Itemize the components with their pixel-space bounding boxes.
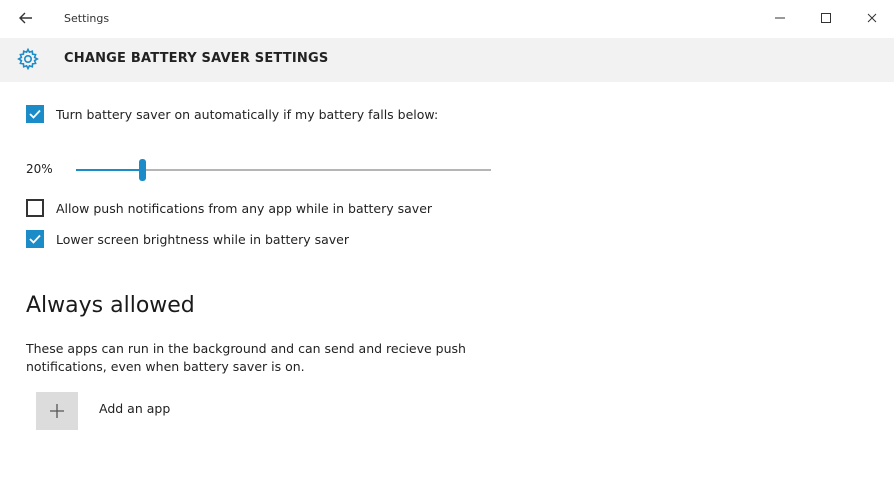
back-button[interactable]	[12, 6, 40, 30]
lower-brightness-checkbox[interactable]	[26, 230, 44, 248]
always-allowed-heading: Always allowed	[26, 293, 195, 318]
threshold-value: 20%	[26, 162, 53, 176]
window-title: Settings	[64, 12, 110, 25]
push-notifications-checkbox[interactable]	[26, 199, 44, 217]
add-app-label[interactable]: Add an app	[99, 401, 170, 416]
threshold-slider-row: 20%	[26, 158, 496, 182]
add-app-button[interactable]	[36, 392, 78, 430]
maximize-icon	[821, 13, 831, 23]
auto-battery-saver-label: Turn battery saver on automatically if m…	[56, 106, 439, 122]
close-button[interactable]	[852, 4, 892, 32]
minimize-button[interactable]	[760, 4, 800, 32]
page-title: CHANGE BATTERY SAVER SETTINGS	[64, 51, 329, 66]
always-allowed-description: These apps can run in the background and…	[26, 341, 466, 374]
plus-icon	[50, 404, 64, 418]
lower-brightness-row: Lower screen brightness while in battery…	[26, 230, 349, 248]
back-arrow-icon	[19, 12, 32, 24]
checkmark-icon	[29, 109, 41, 119]
gear-icon	[17, 47, 39, 71]
threshold-slider-fill	[76, 169, 142, 171]
page-header: CHANGE BATTERY SAVER SETTINGS	[0, 38, 894, 82]
minimize-icon	[775, 17, 785, 19]
lower-brightness-label: Lower screen brightness while in battery…	[56, 231, 349, 247]
checkmark-icon	[29, 234, 41, 244]
threshold-slider[interactable]	[76, 159, 491, 181]
push-notifications-label: Allow push notifications from any app wh…	[56, 200, 433, 216]
threshold-slider-thumb[interactable]	[138, 159, 146, 181]
maximize-button[interactable]	[806, 4, 846, 32]
auto-battery-saver-row: Turn battery saver on automatically if m…	[26, 105, 438, 123]
push-notifications-row: Allow push notifications from any app wh…	[26, 199, 432, 217]
auto-battery-saver-checkbox[interactable]	[26, 105, 44, 123]
close-icon	[867, 13, 877, 23]
title-bar: Settings	[0, 0, 894, 38]
